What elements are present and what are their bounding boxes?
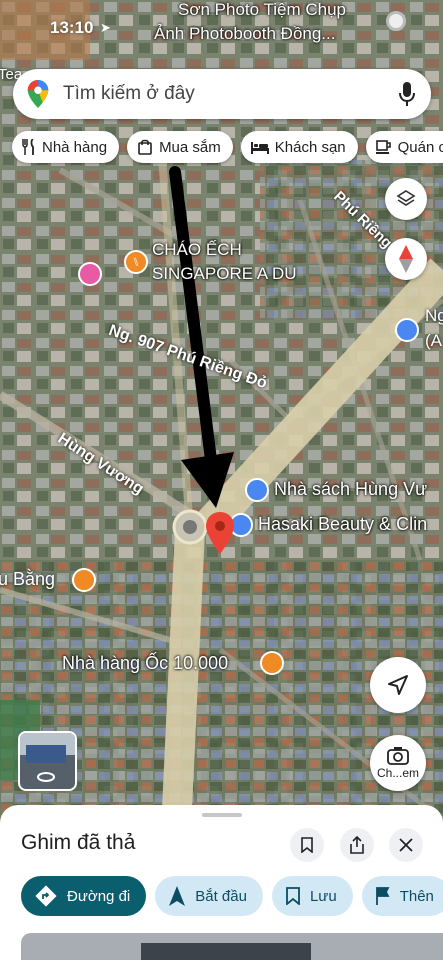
close-button[interactable] — [389, 828, 423, 862]
layers-button[interactable] — [385, 178, 427, 220]
my-location-button[interactable] — [370, 657, 426, 713]
camera-dot-icon — [386, 11, 406, 31]
chip-hotels[interactable]: Khách sạn — [240, 131, 358, 163]
navigation-arrow-icon — [388, 675, 408, 695]
place-photo-strip[interactable] — [21, 933, 443, 960]
status-time: 13:10 — [50, 18, 94, 37]
street-view-rotate-icon — [37, 772, 55, 782]
search-input[interactable]: Tìm kiếm ở đây — [63, 83, 399, 105]
add-label-button[interactable]: Thên — [361, 876, 443, 916]
shopping-bag-icon — [138, 139, 152, 155]
start-button[interactable]: Bắt đầu — [155, 876, 263, 916]
chip-label: Nhà hàng — [42, 138, 108, 156]
camera-icon — [387, 746, 409, 765]
chip-label: Mua sắm — [159, 138, 221, 156]
bed-icon — [250, 142, 269, 154]
compass-button[interactable] — [385, 238, 427, 280]
mic-icon[interactable] — [399, 82, 415, 106]
action-label: Bắt đầu — [195, 887, 247, 905]
chip-label: Quán c — [397, 138, 443, 156]
share-icon — [350, 836, 364, 854]
chip-cafes[interactable]: Quán c — [365, 131, 443, 163]
chip-shopping[interactable]: Mua sắm — [127, 131, 233, 163]
navigation-arrow-icon — [169, 886, 186, 906]
camera-label: Ch...em — [376, 765, 419, 780]
coffee-cup-icon — [375, 140, 391, 154]
chip-label: Khách sạn — [274, 138, 346, 156]
search-bar[interactable]: Tìm kiếm ở đây — [13, 69, 431, 119]
dropped-pin-icon[interactable] — [206, 512, 234, 554]
camera-search-button[interactable]: Ch...em — [370, 735, 426, 791]
compass-icon — [399, 245, 413, 273]
share-button[interactable] — [340, 828, 374, 862]
location-arrow-icon: ➤ — [100, 20, 111, 35]
sheet-actions: Đường đi Bắt đầu Lưu Thên — [21, 876, 443, 916]
street-view-thumbnail[interactable] — [18, 731, 77, 791]
close-icon — [399, 838, 413, 852]
chip-restaurants[interactable]: Nhà hàng — [12, 131, 120, 163]
action-label: Lưu — [309, 887, 337, 905]
google-maps-pin-icon — [27, 80, 49, 108]
action-label: Đường đi — [67, 887, 131, 905]
directions-icon — [35, 885, 57, 907]
directions-button[interactable]: Đường đi — [21, 876, 147, 916]
save-button[interactable] — [290, 828, 324, 862]
action-label: Thên — [399, 887, 434, 905]
layers-icon — [396, 190, 416, 206]
flag-icon — [375, 887, 390, 905]
sheet-title: Ghim đã thả — [21, 831, 136, 854]
bookmark-icon — [301, 837, 313, 853]
save-action-button[interactable]: Lưu — [271, 876, 353, 916]
fork-knife-icon — [22, 139, 34, 155]
bookmark-icon — [286, 887, 300, 905]
category-chips: Nhà hàng Mua sắm Khách sạn Quán c — [12, 131, 443, 163]
sheet-grabber[interactable] — [202, 813, 242, 817]
